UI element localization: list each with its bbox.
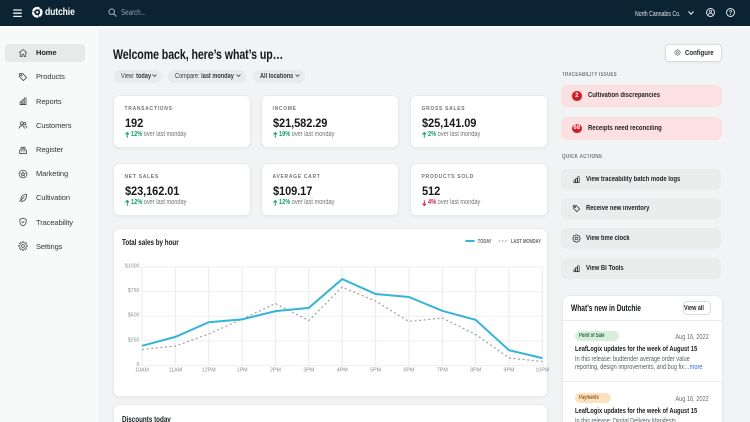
svg-text:TODAY: TODAY bbox=[478, 239, 492, 245]
svg-text:9PM: 9PM bbox=[504, 368, 515, 374]
svg-text:5PM: 5PM bbox=[370, 368, 381, 374]
svg-text:8PM: 8PM bbox=[470, 368, 481, 374]
svg-text:LAST MONDAY: LAST MONDAY bbox=[511, 239, 542, 245]
svg-text:$500: $500 bbox=[128, 313, 140, 319]
svg-text:$250: $250 bbox=[128, 337, 140, 343]
svg-text:1PM: 1PM bbox=[237, 368, 248, 374]
svg-text:12PM: 12PM bbox=[202, 368, 216, 374]
svg-text:$750: $750 bbox=[128, 288, 140, 294]
svg-text:10AM: 10AM bbox=[135, 368, 149, 374]
svg-text:$1000: $1000 bbox=[125, 264, 140, 270]
svg-text:2PM: 2PM bbox=[270, 368, 281, 374]
svg-text:10PM: 10PM bbox=[535, 368, 549, 374]
svg-text:6PM: 6PM bbox=[403, 368, 414, 374]
svg-text:7PM: 7PM bbox=[437, 368, 448, 374]
svg-text:11AM: 11AM bbox=[169, 368, 182, 374]
svg-text:3PM: 3PM bbox=[303, 368, 314, 374]
svg-text:4PM: 4PM bbox=[337, 368, 348, 374]
